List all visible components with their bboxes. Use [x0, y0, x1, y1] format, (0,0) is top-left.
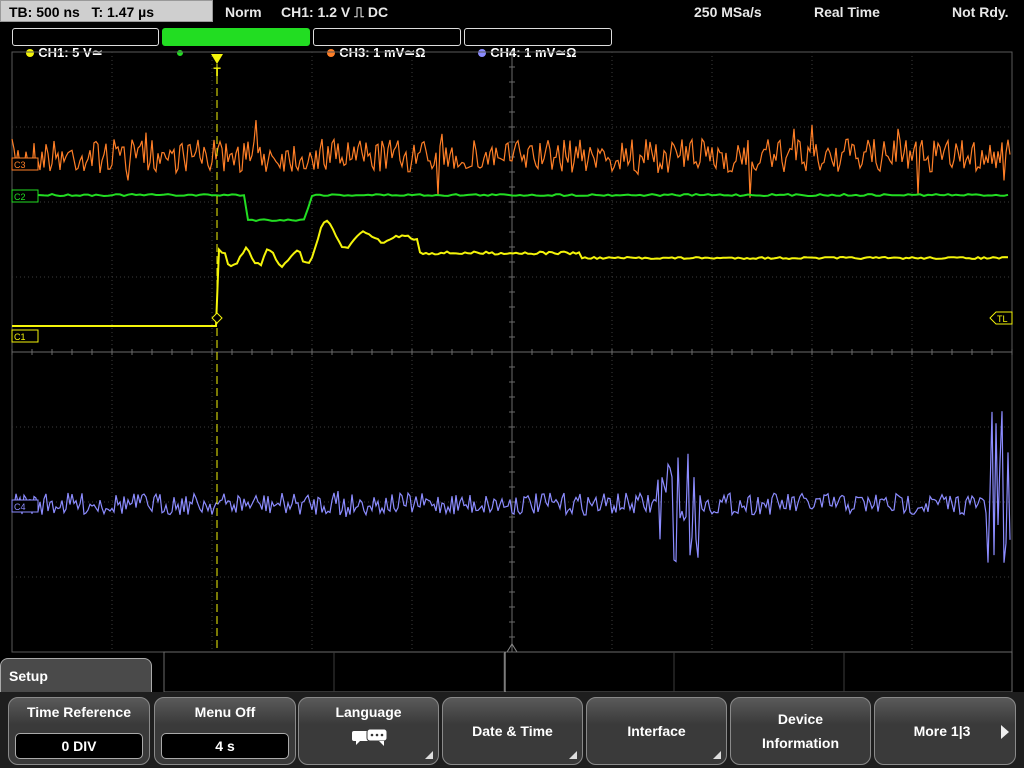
- language-label: Language: [335, 704, 402, 720]
- ch1-waveform: [12, 219, 1009, 327]
- status-bar: TB: 500 ns T: 1.47 µs Norm CH1: 1.2 V ⎍ …: [0, 0, 1024, 24]
- date-time-button[interactable]: Date & Time: [442, 697, 583, 765]
- trigger-level-label: TL: [997, 314, 1008, 324]
- tab-ch2[interactable]: CH2: 20 mV≃Ω: [162, 28, 310, 60]
- sample-rate: 250 MSa/s: [694, 4, 762, 20]
- menu-title: Setup: [0, 658, 152, 692]
- waveform-traces: [11, 120, 1011, 563]
- graticule: [11, 51, 1013, 653]
- trigger-mode[interactable]: Norm: [225, 0, 262, 24]
- device-information-label: Device Information: [762, 711, 839, 751]
- interface-label: Interface: [627, 723, 686, 739]
- ch4-marker-label: C4: [14, 502, 26, 512]
- timebase-readout[interactable]: TB: 500 ns T: 1.47 µs: [0, 0, 213, 22]
- time-reference-value: 0 DIV: [15, 733, 143, 759]
- device-information-button[interactable]: Device Information: [730, 697, 871, 765]
- ch3-marker-label: C3: [14, 160, 26, 170]
- trigger-position-label: T: [213, 65, 221, 79]
- ch1-marker-icon[interactable]: C1: [11, 329, 39, 343]
- language-button[interactable]: Language: [298, 697, 439, 765]
- ch1-marker-label: C1: [14, 332, 26, 342]
- more-label: More 1|3: [913, 723, 971, 739]
- menu-off-value: 4 s: [161, 733, 289, 759]
- trigger-level-icon[interactable]: TL: [989, 311, 1013, 325]
- zoom-strip: [163, 651, 1013, 692]
- tab-ch1[interactable]: CH1: 5 V≃: [12, 28, 159, 60]
- date-time-label: Date & Time: [472, 723, 553, 739]
- menu-off-label: Menu Off: [194, 704, 256, 720]
- time-reference-button[interactable]: Time Reference 0 DIV: [8, 697, 150, 765]
- ch4-marker-icon[interactable]: C4: [11, 499, 39, 513]
- tab-ch4[interactable]: CH4: 1 mV≃Ω: [464, 28, 612, 60]
- submenu-indicator-icon: [713, 751, 721, 759]
- trigger-position-icon[interactable]: T: [211, 54, 223, 79]
- trigger-info[interactable]: CH1: 1.2 V ⎍ DC: [281, 0, 388, 24]
- acquisition-state: Not Rdy.: [952, 4, 1009, 20]
- submenu-indicator-icon: [569, 751, 577, 759]
- trigger-point-icon: [211, 312, 223, 324]
- speech-bubbles-icon: [352, 728, 388, 746]
- time-reference-label: Time Reference: [26, 704, 131, 720]
- ch3-waveform: [11, 120, 1011, 198]
- menu-off-button[interactable]: Menu Off 4 s: [154, 697, 296, 765]
- next-page-arrow-icon: [1001, 725, 1009, 739]
- interface-button[interactable]: Interface: [586, 697, 727, 765]
- ch2-marker-icon[interactable]: C2: [11, 189, 39, 203]
- ch3-marker-icon[interactable]: C3: [11, 157, 39, 171]
- acquisition-mode: Real Time: [814, 4, 880, 20]
- more-button[interactable]: More 1|3: [874, 697, 1016, 765]
- tab-ch3[interactable]: CH3: 1 mV≃Ω: [313, 28, 461, 60]
- ch2-marker-label: C2: [14, 192, 26, 202]
- submenu-indicator-icon: [425, 751, 433, 759]
- waveform-display[interactable]: T C3 C2 C1 C4 TL: [0, 48, 1024, 692]
